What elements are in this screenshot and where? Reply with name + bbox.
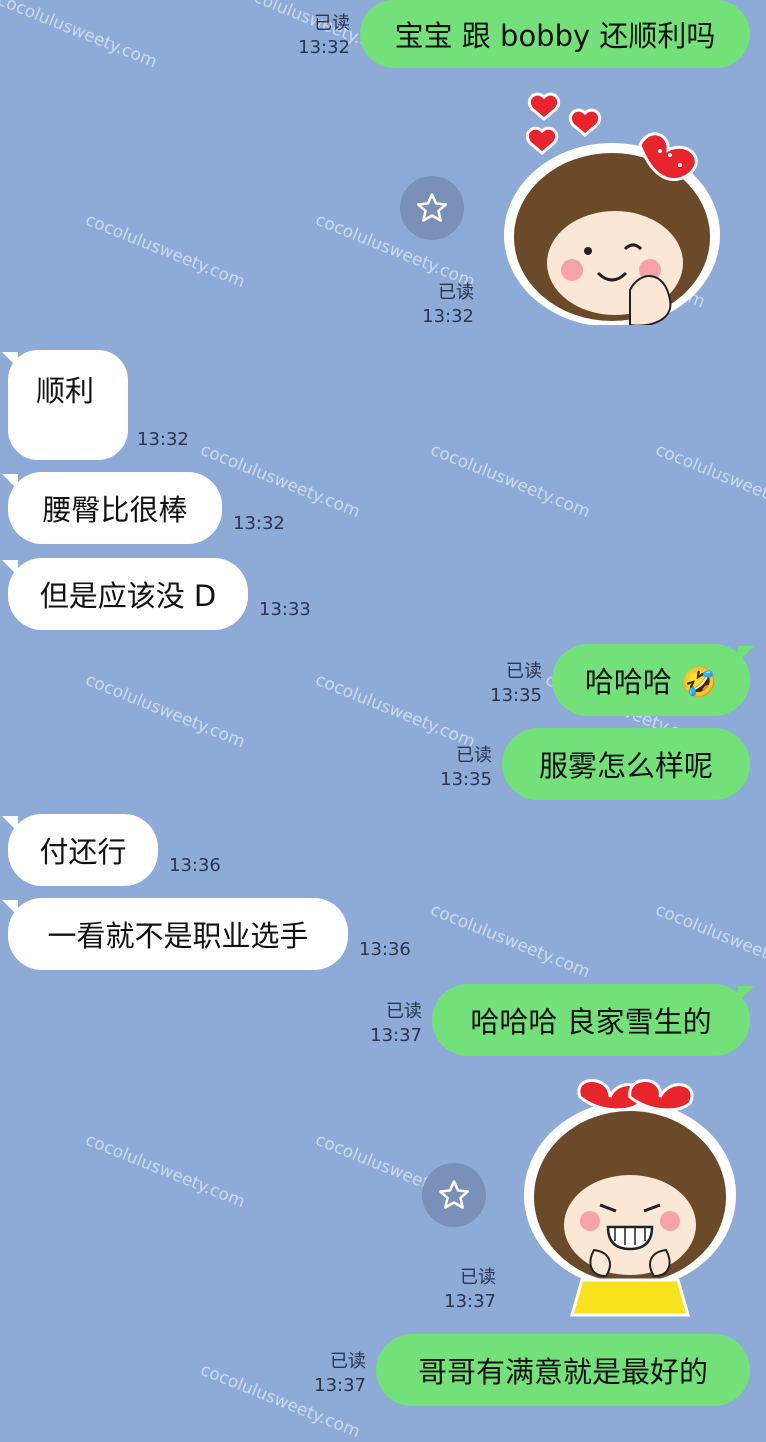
grinning-girl-sticker[interactable] — [520, 1075, 740, 1320]
read-receipt: 已读 — [386, 1001, 422, 1022]
message-text: 腰臀比很棒 — [42, 493, 188, 527]
message-text: 付还行 — [39, 835, 127, 869]
watermark: cocolulusweety.com — [82, 670, 248, 753]
message-time: 13:32 — [137, 429, 189, 450]
read-receipt: 已读 — [330, 1351, 366, 1372]
read-receipt: 已读 — [314, 13, 350, 34]
favorite-sticker-button[interactable] — [422, 1163, 486, 1227]
message-text: 顺利 — [36, 374, 95, 408]
watermark: cocolulusweety.com — [82, 210, 248, 293]
message-bubble-incoming[interactable]: 一看就不是职业选手 — [8, 898, 348, 970]
read-receipt: 已读 — [456, 745, 492, 766]
message-time: 13:35 — [440, 769, 492, 790]
girl-with-hearts-sticker[interactable] — [500, 85, 730, 325]
message-bubble-outgoing[interactable]: 哈哈哈 良家雪生的 — [432, 984, 750, 1056]
read-receipt: 已读 — [460, 1267, 496, 1288]
message-text: 宝宝 跟 bobby 还顺利吗 — [394, 19, 716, 53]
message-time: 13:36 — [169, 855, 221, 876]
message-bubble-incoming[interactable]: 但是应该没 D — [8, 558, 248, 630]
message-bubble-outgoing[interactable]: 哥哥有满意就是最好的 — [376, 1334, 750, 1406]
message-time: 13:37 — [314, 1375, 366, 1396]
watermark: cocolulusweety.com — [427, 900, 593, 983]
watermark: cocolulusweety.com — [312, 670, 478, 753]
message-time: 13:35 — [490, 685, 542, 706]
message-time: 13:32 — [298, 37, 350, 58]
message-text: 但是应该没 D — [39, 579, 217, 613]
message-time: 13:33 — [259, 599, 311, 620]
read-receipt: 已读 — [438, 282, 474, 303]
watermark: cocolulusweety.com — [82, 1130, 248, 1213]
star-icon — [416, 193, 448, 222]
watermark: cocolulusweety.com — [0, 0, 160, 73]
message-time: 13:36 — [359, 939, 411, 960]
message-text: 哈哈哈 🤣 — [584, 665, 718, 699]
read-receipt: 已读 — [506, 661, 542, 682]
favorite-sticker-button[interactable] — [400, 176, 464, 240]
message-bubble-outgoing[interactable]: 哈哈哈 🤣 — [552, 644, 750, 716]
message-time: 13:37 — [444, 1291, 496, 1312]
message-time: 13:32 — [233, 513, 285, 534]
message-time: 13:32 — [422, 306, 474, 327]
watermark: cocolulusweety.com — [197, 440, 363, 523]
message-bubble-incoming[interactable]: 腰臀比很棒 — [8, 472, 222, 544]
message-bubble-incoming[interactable]: 顺利 — [8, 350, 128, 460]
message-time: 13:37 — [370, 1025, 422, 1046]
watermark: cocolulusweety.com — [652, 440, 766, 523]
message-text: 一看就不是职业选手 — [47, 919, 309, 953]
watermark: cocolulusweety.com — [652, 900, 766, 983]
message-text: 哥哥有满意就是最好的 — [417, 1355, 708, 1389]
star-icon — [438, 1180, 470, 1209]
message-bubble-outgoing[interactable]: 宝宝 跟 bobby 还顺利吗 — [360, 0, 750, 68]
message-bubble-incoming[interactable]: 付还行 — [8, 814, 158, 886]
message-text: 哈哈哈 良家雪生的 — [470, 1005, 712, 1039]
message-text: 服雾怎么样呢 — [538, 749, 713, 783]
watermark: cocolulusweety.com — [427, 440, 593, 523]
message-bubble-outgoing[interactable]: 服雾怎么样呢 — [502, 728, 750, 800]
